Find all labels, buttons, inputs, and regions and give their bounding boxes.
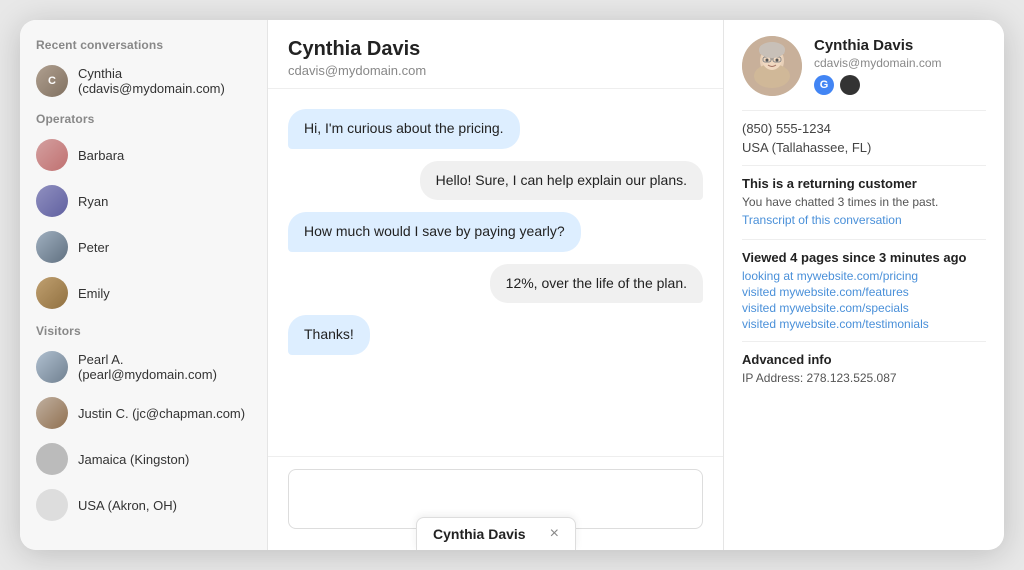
page-visit-0: looking at mywebsite.com/pricing <box>742 269 986 283</box>
ip-address: IP Address: 278.123.525.087 <box>742 371 986 385</box>
divider-3 <box>742 239 986 240</box>
transcript-link[interactable]: Transcript of this conversation <box>742 213 902 227</box>
sidebar-item-ryan[interactable]: Ryan <box>20 178 267 224</box>
avatar-ryan <box>36 185 68 217</box>
visitors-title: Visitors <box>20 324 267 344</box>
contact-header: Cynthia Davis cdavis@mydomain.com G <box>742 36 986 96</box>
sidebar-item-cynthia[interactable]: C Cynthia (cdavis@mydomain.com) <box>20 58 267 104</box>
sidebar-item-ryan-label: Ryan <box>78 194 108 209</box>
sidebar-item-peter-label: Peter <box>78 240 109 255</box>
sidebar-item-justin[interactable]: Justin C. (jc@chapman.com) <box>20 390 267 436</box>
contact-location: USA (Tallahassee, FL) <box>742 140 986 155</box>
avatar-justin <box>36 397 68 429</box>
page-visit-2: visited mywebsite.com/specials <box>742 301 986 315</box>
message-2: Hello! Sure, I can help explain our plan… <box>420 161 703 201</box>
contact-info: Cynthia Davis cdavis@mydomain.com G <box>814 37 942 95</box>
page-visit-3: visited mywebsite.com/testimonials <box>742 317 986 331</box>
advanced-title: Advanced info <box>742 352 986 367</box>
divider-1 <box>742 110 986 111</box>
sidebar-item-pearl-label: Pearl A. (pearl@mydomain.com) <box>78 352 251 382</box>
contact-browser-icons: G <box>814 75 942 95</box>
returning-title: This is a returning customer <box>742 176 986 191</box>
avatar-cynthia-sidebar: C <box>36 65 68 97</box>
avatar-jamaica <box>36 443 68 475</box>
chat-tab[interactable]: Cynthia Davis × <box>416 517 576 550</box>
chat-header-email: cdavis@mydomain.com <box>288 63 703 78</box>
avatar-pearl <box>36 351 68 383</box>
sidebar-item-cynthia-label: Cynthia (cdavis@mydomain.com) <box>78 66 251 96</box>
avatar-peter <box>36 231 68 263</box>
message-4: 12%, over the life of the plan. <box>490 264 703 304</box>
avatar-usa <box>36 489 68 521</box>
page-url-0[interactable]: mywebsite.com/pricing <box>797 269 918 283</box>
sidebar-item-justin-label: Justin C. (jc@chapman.com) <box>78 406 245 421</box>
avatar-emily <box>36 277 68 309</box>
contact-name: Cynthia Davis <box>814 37 942 54</box>
page-url-1[interactable]: mywebsite.com/features <box>779 285 908 299</box>
recent-conversations-title: Recent conversations <box>20 38 267 58</box>
page-visit-1: visited mywebsite.com/features <box>742 285 986 299</box>
app-container: Recent conversations C Cynthia (cdavis@m… <box>20 20 1004 550</box>
sidebar-item-emily[interactable]: Emily <box>20 270 267 316</box>
message-1: Hi, I'm curious about the pricing. <box>288 109 520 149</box>
page-url-3[interactable]: mywebsite.com/testimonials <box>779 317 928 331</box>
divider-2 <box>742 165 986 166</box>
chat-tab-close-button[interactable]: × <box>550 526 559 542</box>
contact-avatar <box>742 36 802 96</box>
sidebar-item-usa-label: USA (Akron, OH) <box>78 498 177 513</box>
sidebar-item-pearl[interactable]: Pearl A. (pearl@mydomain.com) <box>20 344 267 390</box>
contact-email: cdavis@mydomain.com <box>814 56 942 70</box>
right-panel: Cynthia Davis cdavis@mydomain.com G (850… <box>724 20 1004 550</box>
sidebar-item-emily-label: Emily <box>78 286 110 301</box>
chat-tab-name: Cynthia Davis <box>433 526 526 542</box>
sidebar-item-jamaica[interactable]: Jamaica (Kingston) <box>20 436 267 482</box>
sidebar-item-barbara[interactable]: Barbara <box>20 132 267 178</box>
contact-phone: (850) 555-1234 <box>742 121 986 136</box>
sidebar-item-barbara-label: Barbara <box>78 148 124 163</box>
page-url-2[interactable]: mywebsite.com/specials <box>779 301 908 315</box>
avatar-barbara <box>36 139 68 171</box>
chat-messages: Hi, I'm curious about the pricing. Hello… <box>268 89 723 456</box>
sidebar-item-jamaica-label: Jamaica (Kingston) <box>78 452 189 467</box>
apple-icon <box>840 75 860 95</box>
operators-title: Operators <box>20 112 267 132</box>
chrome-icon: G <box>814 75 834 95</box>
chat-header: Cynthia Davis cdavis@mydomain.com <box>268 20 723 89</box>
message-3: How much would I save by paying yearly? <box>288 212 581 252</box>
sidebar-item-usa[interactable]: USA (Akron, OH) <box>20 482 267 528</box>
chat-main: Cynthia Davis cdavis@mydomain.com Hi, I'… <box>268 20 724 550</box>
viewed-title: Viewed 4 pages since 3 minutes ago <box>742 250 986 265</box>
divider-4 <box>742 341 986 342</box>
sidebar-item-peter[interactable]: Peter <box>20 224 267 270</box>
sidebar: Recent conversations C Cynthia (cdavis@m… <box>20 20 268 550</box>
chat-header-name: Cynthia Davis <box>288 38 703 61</box>
message-5: Thanks! <box>288 315 370 355</box>
returning-desc: You have chatted 3 times in the past. <box>742 195 986 209</box>
